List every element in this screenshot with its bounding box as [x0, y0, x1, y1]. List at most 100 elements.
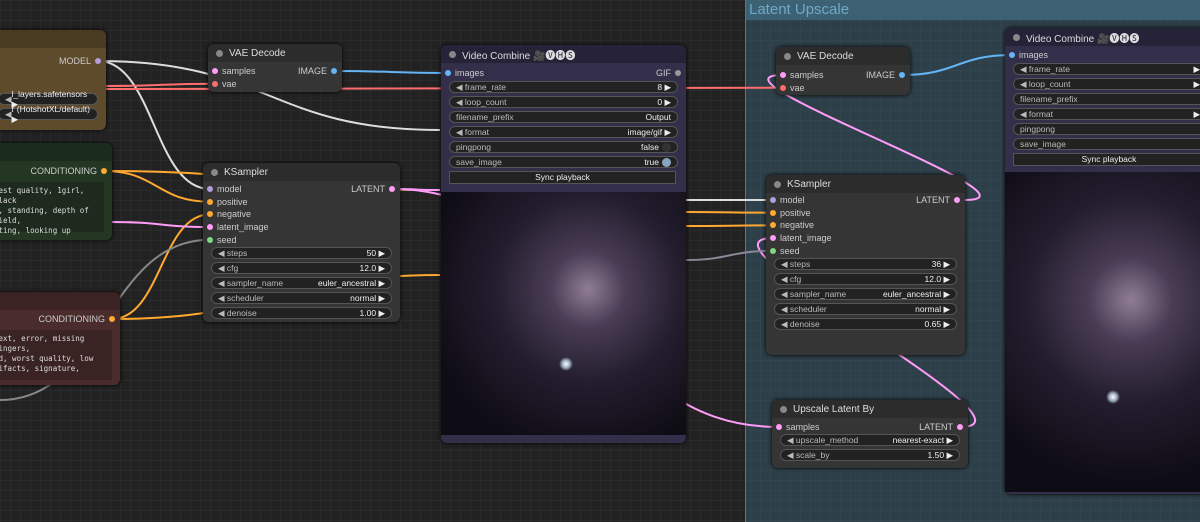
input-slot-positive[interactable]: positive — [770, 207, 811, 219]
input-slot-latent_image[interactable]: latent_image — [207, 221, 269, 233]
widget-denoise[interactable]: ◀ denoise 0.65 ▶ — [774, 318, 957, 330]
output-slot-image[interactable]: IMAGE — [298, 65, 337, 77]
widget-steps[interactable]: ◀ steps 50 ▶ — [211, 247, 392, 259]
node-ks2[interactable]: KSampler model positive negative latent_imag… — [766, 175, 965, 355]
conditioning-socket-icon[interactable] — [101, 168, 107, 174]
node-vae2[interactable]: VAE Decode samples vae IMAGE — [776, 47, 910, 95]
latent-socket-icon[interactable] — [770, 235, 776, 242]
collapse-dot-icon[interactable] — [211, 168, 218, 176]
latent-socket-icon[interactable] — [389, 186, 395, 192]
vae-socket-icon[interactable] — [780, 84, 786, 91]
latent-socket-icon[interactable] — [780, 72, 786, 78]
collapse-dot-icon[interactable] — [216, 49, 223, 57]
widget-upscale_method[interactable]: ◀ upscale_method nearest-exact ▶ — [780, 434, 960, 446]
widget-steps[interactable]: ◀ steps 36 ▶ — [774, 258, 957, 270]
input-slot-samples[interactable]: samples — [776, 421, 820, 433]
output-slot-model[interactable]: MODEL — [59, 55, 101, 67]
node-title[interactable]: Video Combine 🎥🅥🅗🅢 — [441, 45, 686, 63]
output-slot-conditioning[interactable]: CONDITIONING — [39, 313, 115, 325]
prompt-textarea[interactable]: text, error, missing fingers, ed, worst … — [0, 330, 112, 380]
latent-socket-icon[interactable] — [212, 68, 218, 74]
widget-loop_count[interactable]: ◀ loop_count ▶ — [1013, 78, 1200, 90]
image-socket-icon[interactable] — [1009, 52, 1015, 58]
widget-format[interactable]: ◀ format ▶ — [1013, 108, 1200, 120]
collapse-dot-icon[interactable] — [780, 405, 787, 413]
prompt-textarea[interactable]: best quality, 1girl, black p, standing, … — [0, 182, 104, 235]
widget-cfg[interactable]: ◀ cfg 12.0 ▶ — [211, 262, 392, 274]
widget-filename_prefix[interactable]: filename_prefix Output — [449, 111, 678, 123]
input-slot-model[interactable]: model — [770, 194, 805, 206]
output-slot-gif[interactable]: GIF — [656, 67, 681, 79]
conditioning-socket-icon[interactable] — [109, 316, 115, 322]
node-title[interactable]: Video Combine 🎥🅥🅗🅢 — [1005, 28, 1200, 46]
widget-scale_by[interactable]: ◀ scale_by 1.50 ▶ — [780, 449, 960, 461]
input-slot-seed[interactable]: seed — [770, 245, 800, 257]
node-title[interactable]: Upscale Latent By — [772, 400, 968, 418]
sync-playback-button[interactable]: Sync playback — [1013, 153, 1200, 166]
node-title[interactable] — [0, 143, 112, 161]
widget-frame_rate[interactable]: ◀ frame_rate 8 ▶ — [449, 81, 678, 93]
conditioning-socket-icon[interactable] — [770, 209, 776, 216]
node-title[interactable] — [0, 30, 106, 48]
node-title[interactable]: KSampler — [203, 163, 400, 181]
conditioning-socket-icon[interactable] — [207, 198, 213, 205]
output-slot-latent[interactable]: LATENT — [351, 183, 395, 195]
input-slot-images[interactable]: images — [445, 67, 484, 79]
node-pos[interactable]: CONDITIONING best quality, 1girl, black p… — [0, 143, 112, 240]
toggle-icon[interactable] — [662, 143, 671, 153]
widget-save_image[interactable]: save_image true — [449, 156, 678, 168]
node-vae1[interactable]: VAE Decode samples vae IMAGE — [208, 44, 342, 92]
widget-pingpong[interactable]: pingpong false — [449, 141, 678, 153]
widget-value[interactable]: ◀ r (HotshotXL/default) ▶ — [0, 104, 98, 124]
input-slot-latent_image[interactable]: latent_image — [770, 232, 832, 244]
model-socket-icon[interactable] — [207, 186, 213, 192]
widget-pingpong[interactable]: pingpong — [1013, 123, 1200, 135]
widget-frame_rate[interactable]: ◀ frame_rate ▶ — [1013, 63, 1200, 75]
widget-loop_count[interactable]: ◀ loop_count 0 ▶ — [449, 96, 678, 108]
int-socket-icon[interactable] — [770, 247, 776, 254]
output-slot-conditioning[interactable]: CONDITIONING — [31, 165, 107, 177]
node-title[interactable]: VAE Decode — [776, 47, 910, 65]
input-slot-model[interactable]: model — [207, 183, 242, 195]
image-socket-icon[interactable] — [899, 72, 905, 78]
collapse-dot-icon[interactable] — [1013, 33, 1020, 41]
node-title[interactable]: VAE Decode — [208, 44, 342, 62]
conditioning-socket-icon[interactable] — [770, 222, 776, 229]
widget-format[interactable]: ◀ format image/gif ▶ — [449, 126, 678, 138]
input-slot-negative[interactable]: negative — [770, 219, 814, 231]
image-socket-icon[interactable] — [445, 70, 451, 76]
widget-filename_prefix[interactable]: filename_prefix — [1013, 93, 1200, 105]
latent-socket-icon[interactable] — [207, 224, 213, 231]
collapse-dot-icon[interactable] — [774, 180, 781, 188]
latent-socket-icon[interactable] — [957, 424, 963, 430]
widget-cfg[interactable]: ◀ cfg 12.0 ▶ — [774, 273, 957, 285]
latent-socket-icon[interactable] — [954, 197, 960, 203]
node-up[interactable]: Upscale Latent By samples LATENT ◀ upscale_… — [772, 400, 968, 468]
input-slot-seed[interactable]: seed — [207, 234, 237, 246]
input-slot-images[interactable]: images — [1009, 49, 1048, 61]
input-slot-negative[interactable]: negative — [207, 208, 251, 220]
input-slot-samples[interactable]: samples — [780, 69, 824, 81]
collapse-dot-icon[interactable] — [784, 52, 791, 60]
gif-socket-icon[interactable] — [675, 70, 681, 76]
node-vc2[interactable]: Video Combine 🎥🅥🅗🅢 images ◀ frame_rate ▶ ◀ … — [1005, 28, 1200, 494]
output-slot-latent[interactable]: LATENT — [919, 421, 963, 433]
input-slot-positive[interactable]: positive — [207, 196, 248, 208]
model-socket-icon[interactable] — [770, 197, 776, 203]
sync-playback-button[interactable]: Sync playback — [449, 171, 676, 184]
node-vc1[interactable]: Video Combine 🎥🅥🅗🅢 images GIF ◀ frame_rate 8… — [441, 45, 686, 443]
widget-sampler_name[interactable]: ◀ sampler_name euler_ancestral ▶ — [774, 288, 957, 300]
latent-socket-icon[interactable] — [776, 424, 782, 430]
widget-denoise[interactable]: ◀ denoise 1.00 ▶ — [211, 307, 392, 319]
input-slot-vae[interactable]: vae — [212, 78, 237, 90]
collapse-dot-icon[interactable] — [449, 50, 456, 58]
input-slot-samples[interactable]: samples — [212, 65, 256, 77]
toggle-icon[interactable] — [662, 158, 671, 168]
widget-save_image[interactable]: save_image — [1013, 138, 1200, 150]
node-title[interactable] — [0, 292, 120, 310]
widget-sampler_name[interactable]: ◀ sampler_name euler_ancestral ▶ — [211, 277, 392, 289]
image-socket-icon[interactable] — [331, 68, 337, 74]
output-slot-image[interactable]: IMAGE — [866, 69, 905, 81]
node-neg[interactable]: CONDITIONING text, error, missing fingers… — [0, 292, 120, 385]
vae-socket-icon[interactable] — [212, 80, 218, 87]
